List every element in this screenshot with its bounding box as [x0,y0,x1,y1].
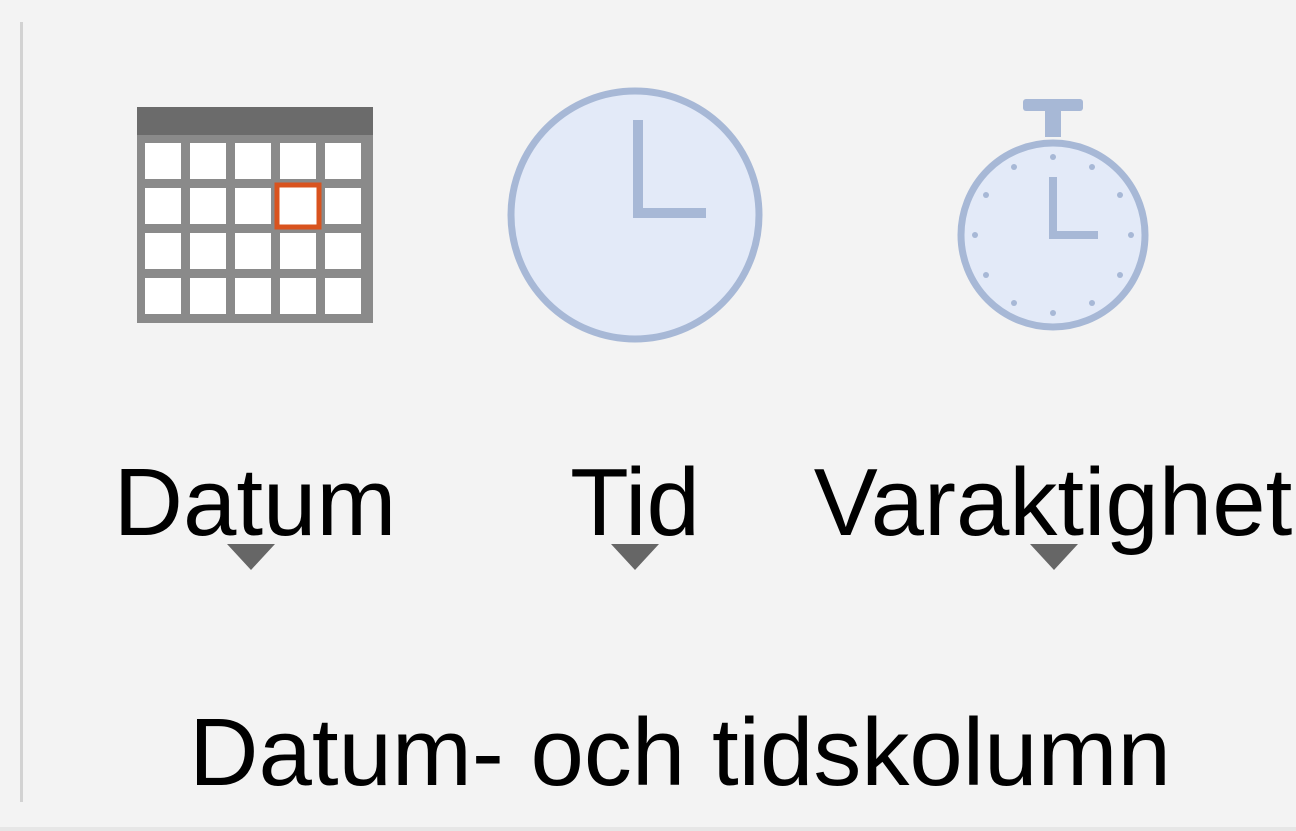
tid-dropdown-arrow-icon[interactable] [611,544,659,570]
tid-button[interactable]: Tid [490,70,780,600]
calendar-icon [100,70,410,360]
datum-label: Datum [113,449,397,556]
group-separator [20,22,23,802]
varaktighet-button[interactable]: Varaktighet [810,70,1296,600]
stopwatch-icon [810,70,1296,360]
clock-icon [490,70,780,360]
varaktighet-dropdown-arrow-icon[interactable] [1030,544,1078,570]
varaktighet-label: Varaktighet [813,449,1293,556]
tid-label: Tid [570,449,700,556]
datum-dropdown-arrow-icon[interactable] [227,544,275,570]
ribbon-bottom-border [0,827,1296,831]
datum-button[interactable]: Datum [100,70,410,600]
ribbon-group-label: Datum- och tidskolumn [189,699,1171,806]
